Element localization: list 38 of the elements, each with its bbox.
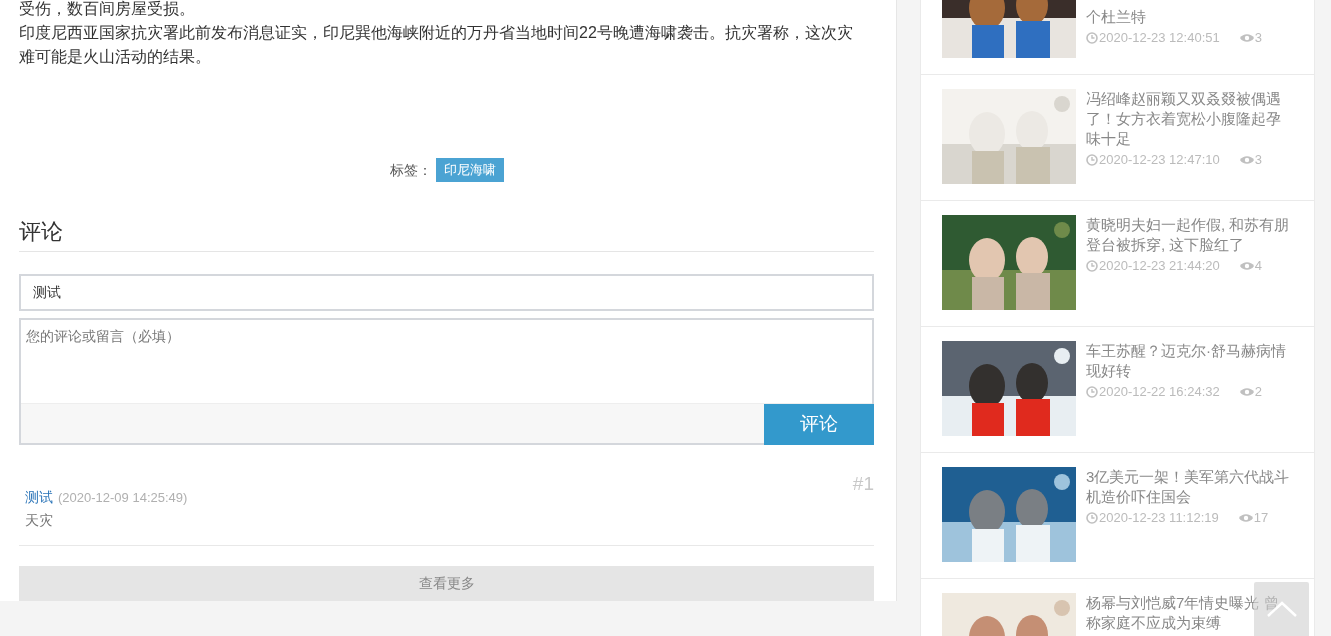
news-time: 2020-12-23 12:47:10: [1099, 151, 1220, 169]
comment-text: 天灾: [25, 511, 54, 530]
tags-label: 标签：: [389, 160, 432, 180]
view-count: 4: [1254, 257, 1262, 275]
news-title[interactable]: 车王苏醒？迈克尔·舒马赫病情现好转: [1086, 341, 1293, 381]
clock-icon: [1086, 259, 1098, 272]
clock-icon: [1086, 385, 1098, 398]
tag-link[interactable]: 印尼海啸: [435, 158, 504, 182]
eye-icon: [1239, 260, 1254, 271]
comment-box[interactable]: 您的评论或留言（必填） 评论: [19, 318, 874, 445]
news-title[interactable]: 冯绍峰赵丽颖又双叒叕被偶遇了！女方衣着宽松小腹隆起孕味十足: [1086, 89, 1293, 149]
clock-icon: [1086, 153, 1098, 166]
view-count: 3: [1254, 151, 1262, 169]
message-field[interactable]: 您的评论或留言（必填）: [21, 320, 872, 403]
eye-icon: [1238, 512, 1253, 523]
news-time: 2020-12-23 21:44:20: [1099, 257, 1220, 275]
news-title[interactable]: 黄晓明夫妇一起作假, 和苏有朋登台被拆穿, 这下脸红了: [1086, 215, 1293, 255]
name-field[interactable]: 测试: [19, 274, 874, 311]
eye-icon: [1239, 154, 1254, 165]
article-paragraph: 印度尼西亚国家抗灾署此前发布消息证实，印尼巽他海峡附近的万丹省当地时间22号晚遭海啸袭击。抗灾署称，这次灾难可能是火山活动的结果。: [19, 23, 854, 67]
comments-heading: 评论: [19, 218, 63, 246]
news-time: 2020-12-23 11:12:19: [1099, 509, 1219, 527]
eye-icon: [1239, 32, 1254, 43]
clock-icon: [1086, 31, 1098, 44]
news-title[interactable]: 3亿美元一架！美军第六代战斗机造价吓住国会: [1086, 467, 1293, 507]
comment-author[interactable]: 测试: [25, 487, 53, 508]
load-more-button[interactable]: 查看更多: [19, 566, 874, 601]
news-title[interactable]: 个杜兰特: [1086, 7, 1293, 27]
submit-button[interactable]: 评论: [764, 404, 874, 445]
article-paragraph: 受伤，数百间房屋受损。: [19, 0, 196, 19]
view-count: 2: [1254, 383, 1262, 401]
view-count: 17: [1253, 509, 1269, 527]
comment-time: (2020-12-09 14:25:49): [58, 489, 188, 507]
news-time: 2020-12-22 16:24:32: [1099, 383, 1220, 401]
clock-icon: [1086, 511, 1098, 524]
eye-icon: [1239, 386, 1254, 397]
news-time: 2020-12-23 12:40:51: [1099, 29, 1220, 47]
view-count: 3: [1254, 29, 1262, 47]
